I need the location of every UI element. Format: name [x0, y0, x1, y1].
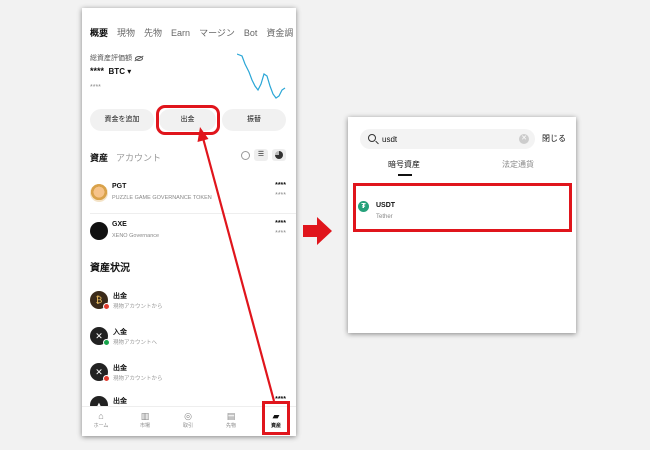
close-button[interactable]: 閉じる [542, 133, 566, 144]
active-tab-underline [398, 174, 412, 176]
right-arrow-icon [303, 217, 332, 245]
coin-search-screen: ✕ 閉じる 暗号資産 法定通貨 ₮ USDT Tether [348, 117, 576, 333]
clear-icon[interactable]: ✕ [519, 134, 529, 144]
search-icon [368, 134, 376, 142]
search-input[interactable] [382, 132, 502, 146]
tab-crypto[interactable]: 暗号資産 [388, 159, 420, 170]
tab-fiat[interactable]: 法定通貨 [502, 159, 534, 170]
usdt-highlight-frame [353, 183, 572, 232]
search-bar: ✕ [360, 129, 535, 149]
